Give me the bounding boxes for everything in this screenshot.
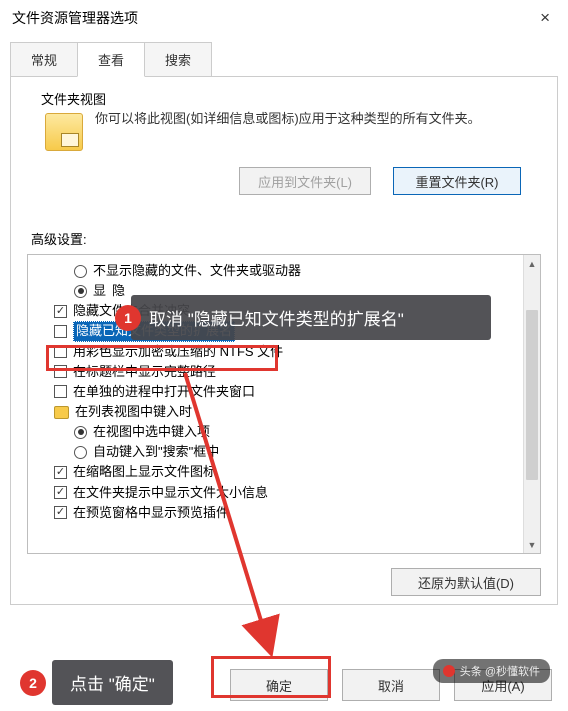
window-title: 文件资源管理器选项 xyxy=(12,8,138,28)
cancel-button[interactable]: 取消 xyxy=(342,669,440,701)
advanced-settings-list: 不显示隐藏的文件、文件夹或驱动器 显 隐 隐藏文件夹合并冲突 隐藏已知文件类型的… xyxy=(27,254,541,554)
scroll-up-button[interactable]: ▲ xyxy=(524,255,540,272)
watermark: 头条 @秒懂软件 xyxy=(433,659,550,683)
folder-views-label: 文件夹视图 xyxy=(37,89,110,108)
option-separate-process[interactable]: 在单独的进程中打开文件夹窗口 xyxy=(54,382,538,402)
scroll-down-button[interactable]: ▼ xyxy=(524,536,540,553)
radio-icon xyxy=(74,426,87,439)
scrollbar[interactable]: ▲ ▼ xyxy=(523,255,540,553)
tab-strip: 常规 查看 搜索 xyxy=(10,42,568,77)
watermark-text: 头条 @秒懂软件 xyxy=(460,663,540,679)
tab-view[interactable]: 查看 xyxy=(77,42,145,77)
tab-general[interactable]: 常规 xyxy=(10,42,78,77)
folder-views-desc: 你可以将此视图(如详细信息或图标)应用于这种类型的所有文件夹。 xyxy=(95,109,481,151)
close-icon[interactable]: × xyxy=(534,8,556,28)
checkbox-icon xyxy=(54,365,67,378)
tab-panel-view: 文件夹视图 你可以将此视图(如详细信息或图标)应用于这种类型的所有文件夹。 应用… xyxy=(10,76,558,605)
radio-icon xyxy=(74,265,87,278)
reset-folders-button[interactable]: 重置文件夹(R) xyxy=(393,167,521,195)
checkbox-icon xyxy=(54,325,67,338)
option-folder-tip-size[interactable]: 在文件夹提示中显示文件大小信息 xyxy=(54,483,538,503)
option-preview-handlers[interactable]: 在预览窗格中显示预览插件 xyxy=(54,503,538,523)
ok-button[interactable]: 确定 xyxy=(230,669,328,701)
restore-defaults-button[interactable]: 还原为默认值(D) xyxy=(391,568,541,596)
checkbox-icon xyxy=(54,506,67,519)
option-typing-in-list[interactable]: 在列表视图中键入时 xyxy=(54,402,538,422)
radio-icon xyxy=(74,285,87,298)
folder-views-group: 文件夹视图 你可以将此视图(如详细信息或图标)应用于这种类型的所有文件夹。 应用… xyxy=(27,91,541,209)
checkbox-icon xyxy=(54,466,67,479)
folder-icon xyxy=(54,406,69,419)
advanced-settings-label: 高级设置: xyxy=(31,229,541,248)
scroll-thumb[interactable] xyxy=(526,310,538,480)
tab-search[interactable]: 搜索 xyxy=(144,42,212,77)
checkbox-icon xyxy=(54,305,67,318)
option-show-hidden[interactable]: 显 隐 xyxy=(74,281,538,301)
option-color-ntfs[interactable]: 用彩色显示加密或压缩的 NTFS 文件 xyxy=(54,342,538,362)
option-select-typed-item[interactable]: 在视图中选中键入项 xyxy=(74,422,538,442)
checkbox-icon xyxy=(54,486,67,499)
apply-to-folders-button[interactable]: 应用到文件夹(L) xyxy=(239,167,371,195)
option-full-path-title[interactable]: 在标题栏中显示完整路径 xyxy=(54,362,538,382)
folder-icon xyxy=(45,113,83,151)
checkbox-icon xyxy=(54,345,67,358)
option-icons-on-thumbnails[interactable]: 在缩略图上显示文件图标 xyxy=(54,462,538,482)
checkbox-icon xyxy=(54,385,67,398)
option-hide-merge-conflicts[interactable]: 隐藏文件夹合并冲突 xyxy=(54,301,538,321)
radio-icon xyxy=(74,446,87,459)
option-auto-search-box[interactable]: 自动键入到"搜索"框中 xyxy=(74,442,538,462)
titlebar: 文件资源管理器选项 × xyxy=(0,0,568,36)
selected-option-text: 隐藏已知文件类型的扩展名 xyxy=(73,321,235,341)
option-hide-known-extensions[interactable]: 隐藏已知文件类型的扩展名 xyxy=(54,321,538,341)
option-do-not-show-hidden[interactable]: 不显示隐藏的文件、文件夹或驱动器 xyxy=(74,261,538,281)
